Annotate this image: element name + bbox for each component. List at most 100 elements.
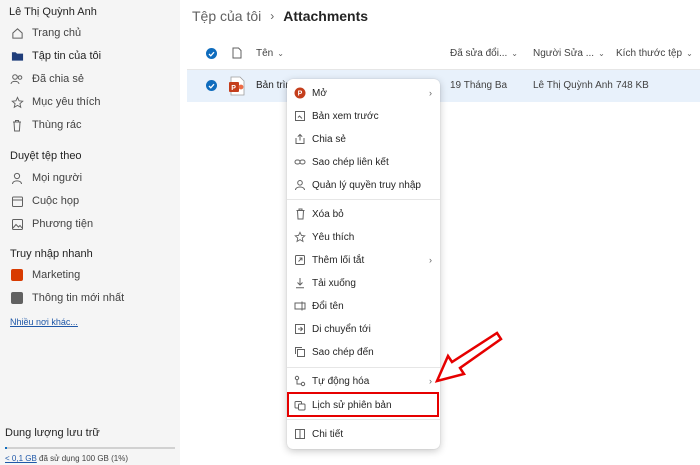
table-header: Tên ⌄ Đã sửa đổi... ⌄ Người Sửa ... ⌄ Kích … [187,38,700,70]
people-icon [10,72,24,86]
menu-item-details-label: Chi tiết [312,428,344,440]
chevron-right-icon: › [270,9,275,23]
nav-shared[interactable]: Đã chia sẻ [10,69,84,89]
breadcrumb: Tệp của tôi › Attachments [192,8,368,24]
menu-item-favorite[interactable]: Yêu thích [287,227,440,247]
calendar-icon [10,194,24,208]
chevron-right-icon: › [429,376,432,386]
nav-favorites[interactable]: Mục yêu thích [10,92,100,112]
menu-item-details[interactable]: Chi tiết [287,424,440,444]
column-file-size-label: Kích thước tệp [616,48,683,59]
folder-icon [10,49,24,63]
menu-item-share[interactable]: Chia sẻ [287,129,440,149]
menu-item-automate-label: Tự động hóa [312,375,370,387]
chevron-down-icon: ⌄ [511,49,518,58]
menu-item-add-shortcut[interactable]: Thêm lối tắt › [287,250,440,270]
menu-item-rename[interactable]: Đổi tên [287,296,440,316]
nav-my-files[interactable]: Tập tin của tôi [10,46,101,66]
menu-item-delete-label: Xóa bỏ [312,208,344,220]
quick-access-title: Truy nhập nhanh [10,248,93,260]
move-icon [294,323,306,335]
browse-media-label: Phương tiện [32,218,94,230]
column-name-label: Tên [256,48,274,59]
menu-item-automate[interactable]: Tự động hóa › [287,371,440,391]
nav-recycle-bin-label: Thùng rác [32,119,82,131]
menu-item-preview-label: Bản xem trước [312,110,379,122]
site-icon [10,268,24,282]
star-icon [294,231,306,243]
menu-item-share-label: Chia sẻ [312,133,346,145]
file-type-icon [232,47,242,62]
browse-meetings[interactable]: Cuộc họp [10,191,79,211]
row-modified: 19 Tháng Ba [450,80,508,91]
column-modified-label: Đã sửa đổi... [450,48,508,59]
select-all-checkbox[interactable] [206,48,217,59]
trash-icon [10,118,24,132]
copy-icon [294,346,306,358]
chevron-right-icon: › [429,255,432,265]
home-icon [10,26,24,40]
chevron-down-icon: ⌄ [686,49,693,58]
quick-latest-news-label: Thông tin mới nhất [32,292,125,304]
menu-item-favorite-label: Yêu thích [312,231,355,243]
browse-media[interactable]: Phương tiện [10,214,93,234]
menu-item-preview[interactable]: Bản xem trước [287,106,440,126]
details-icon [294,428,306,440]
storage-bar [5,447,175,449]
quick-marketing[interactable]: Marketing [10,265,80,285]
nav-shared-label: Đã chia sẻ [32,73,84,85]
storage-used-link[interactable]: < 0,1 GB [5,454,37,463]
shortcut-icon [294,254,306,266]
menu-item-download-label: Tải xuống [312,277,356,289]
nav-my-files-label: Tập tin của tôi [32,50,102,62]
column-modified[interactable]: Đã sửa đổi... ⌄ [450,48,518,59]
user-name[interactable]: Lê Thị Quỳnh Anh [9,6,97,18]
browse-people-label: Mọi người [32,172,83,184]
menu-divider [287,199,440,200]
menu-item-download[interactable]: Tải xuống [287,273,440,293]
nav-home[interactable]: Trang chủ [10,23,81,43]
version-history-highlight [287,392,439,417]
quick-latest-news[interactable]: Thông tin mới nhất [10,288,124,308]
chevron-down-icon: ⌄ [598,49,605,58]
nav-recycle-bin[interactable]: Thùng rác [10,115,82,135]
column-file-size[interactable]: Kích thước tệp ⌄ [616,48,693,59]
image-icon [10,217,24,231]
browse-people[interactable]: Mọi người [10,168,82,188]
row-checkbox[interactable] [206,80,217,91]
powerpoint-icon: P [294,87,306,99]
storage-usage: < 0,1 GB đã sử dụng 100 GB (1%) [5,454,128,463]
more-places-link[interactable]: Nhiều nơi khác... [10,317,78,327]
menu-item-manage-access-label: Quản lý quyền truy nhập [312,179,421,191]
menu-item-manage-access[interactable]: Quản lý quyền truy nhập [287,175,440,195]
row-file-size: 748 KB [616,80,649,91]
nav-favorites-label: Mục yêu thích [32,96,101,108]
menu-item-copy-to[interactable]: Sao chép đến [287,342,440,362]
menu-item-move-to-label: Di chuyển tới [312,323,371,335]
sidebar: Lê Thị Quỳnh Anh Trang chủ Tập tin của t… [0,0,180,465]
automate-icon [294,375,306,387]
column-name[interactable]: Tên ⌄ [256,48,284,59]
breadcrumb-root[interactable]: Tệp của tôi [192,8,261,24]
person-access-icon [294,179,306,191]
svg-text:P: P [231,85,236,92]
menu-divider [287,367,440,368]
menu-item-open-label: Mở [312,87,327,99]
column-modified-by[interactable]: Người Sửa ... ⌄ [533,48,605,59]
svg-text:P: P [298,91,303,98]
link-icon [294,156,306,168]
menu-item-copy-to-label: Sao chép đến [312,346,374,358]
menu-item-open[interactable]: P Mở › [287,83,440,103]
browse-meetings-label: Cuộc họp [32,195,80,207]
menu-item-rename-label: Đổi tên [312,300,344,312]
chevron-down-icon: ⌄ [277,49,284,58]
table-row[interactable]: P Bản trình 19 Tháng Ba Lê Thị Quỳnh Anh… [187,70,700,102]
menu-item-move-to[interactable]: Di chuyển tới [287,319,440,339]
storage-used-text: đã sử dụng 100 GB (1%) [39,454,128,463]
rename-icon [294,300,306,312]
file-table: Tên ⌄ Đã sửa đổi... ⌄ Người Sửa ... ⌄ Kích … [187,38,700,102]
powerpoint-file-icon: P [228,76,246,99]
menu-item-delete[interactable]: Xóa bỏ [287,204,440,224]
menu-item-copy-link[interactable]: Sao chép liên kết [287,152,440,172]
storage-title: Dung lượng lưu trữ [5,427,100,439]
